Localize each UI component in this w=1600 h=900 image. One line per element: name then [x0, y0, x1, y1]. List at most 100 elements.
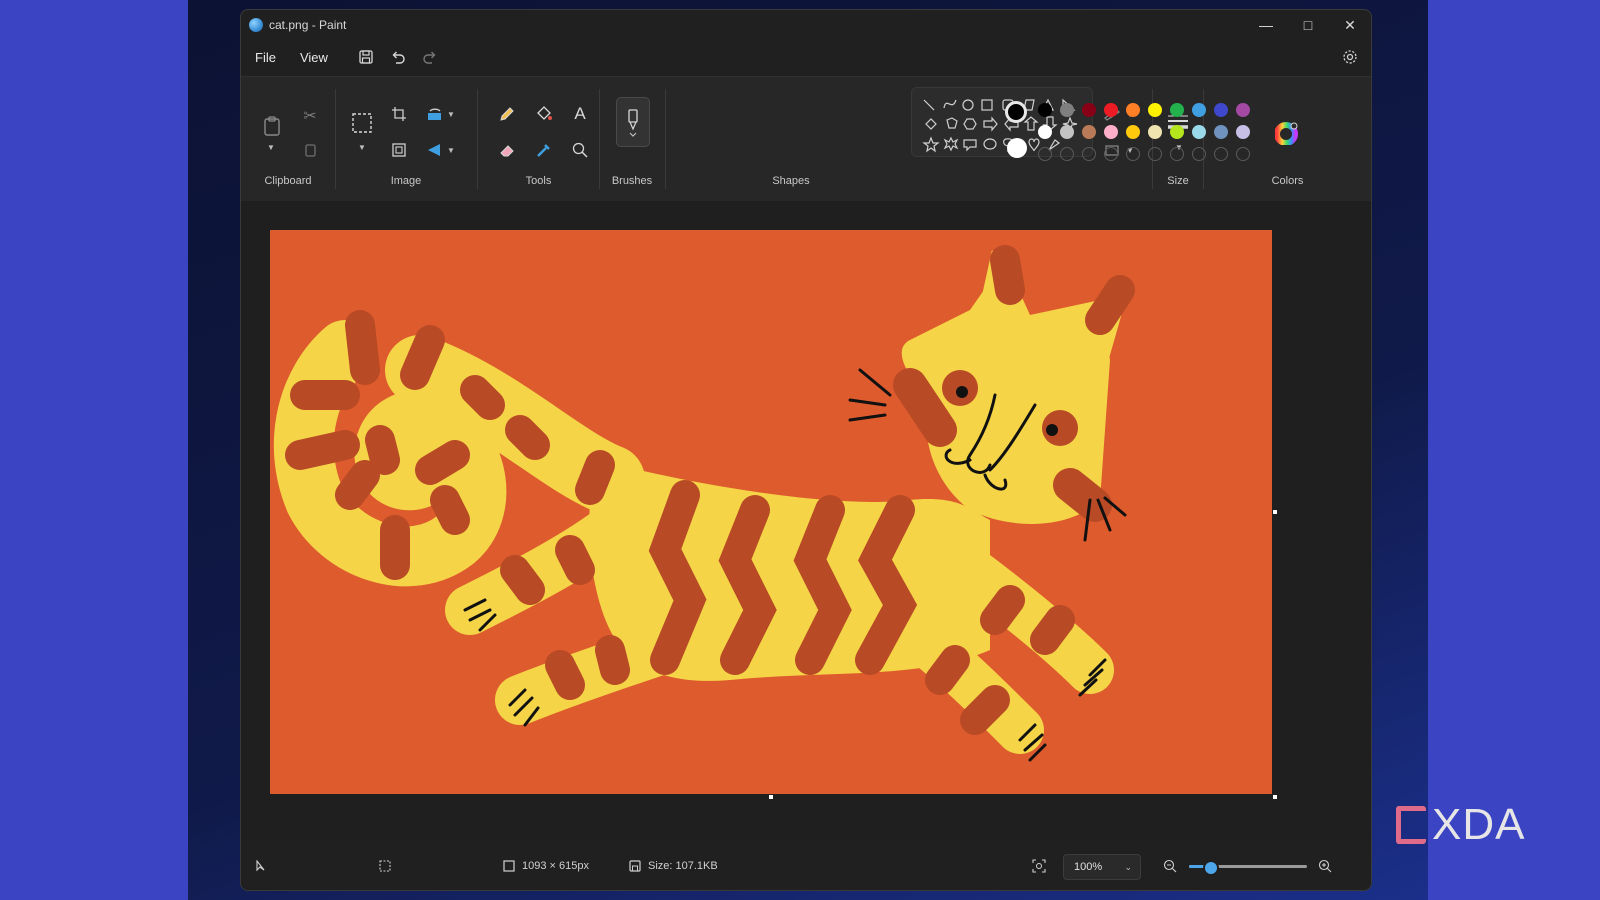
zoom-out-icon[interactable]	[1163, 842, 1177, 890]
palette-swatch[interactable]	[1214, 125, 1228, 139]
six-point-star-shape-icon	[943, 136, 959, 152]
eraser-icon[interactable]	[496, 139, 518, 161]
palette-swatch[interactable]	[1126, 103, 1140, 117]
flip-dropdown-icon[interactable]: ▼	[447, 146, 455, 155]
cat-drawing	[273, 245, 1135, 762]
paint-app-icon	[249, 18, 263, 32]
chevron-down-icon: ⌄	[1124, 861, 1132, 872]
paste-dropdown-icon[interactable]: ▼	[267, 143, 275, 152]
five-point-star-shape-icon	[922, 136, 940, 153]
oval-shape-icon	[962, 99, 974, 111]
window-controls: — □ ✕	[1245, 10, 1371, 40]
resize-handle-bottom[interactable]	[769, 795, 773, 799]
palette-swatch[interactable]	[1214, 103, 1228, 117]
up-arrow-shape-icon	[1023, 116, 1039, 131]
palette-swatch[interactable]	[1170, 125, 1184, 139]
palette-swatch[interactable]	[1038, 103, 1052, 117]
watermark-text: XDA	[1432, 800, 1526, 849]
undo-icon[interactable]	[382, 43, 414, 71]
palette-swatch[interactable]	[1148, 125, 1162, 139]
palette-swatch[interactable]	[1236, 103, 1250, 117]
paint-window: cat.png - Paint — □ ✕ File View ▼ ✂ Clip…	[240, 9, 1372, 891]
flip-icon[interactable]	[424, 139, 446, 161]
redo-icon[interactable]	[414, 43, 446, 71]
shapes-group: Shapes	[666, 77, 916, 201]
zoom-slider[interactable]	[1189, 860, 1307, 876]
edit-colors-icon[interactable]	[1275, 121, 1299, 145]
resize-icon[interactable]	[388, 139, 410, 161]
palette-swatch[interactable]	[1192, 103, 1206, 117]
window-title: cat.png - Paint	[269, 18, 347, 32]
palette-swatch[interactable]	[1104, 103, 1118, 117]
selection-size-icon	[379, 842, 391, 890]
drawing-canvas[interactable]	[270, 230, 1272, 794]
custom-color-slot[interactable]	[1148, 147, 1162, 161]
canvas-dimensions: 1093 × 615px	[503, 842, 589, 890]
rectangular-callout-shape-icon	[963, 139, 977, 152]
rectangle-shape-icon	[981, 99, 993, 111]
custom-color-slot[interactable]	[1192, 147, 1206, 161]
color-picker-icon[interactable]	[533, 139, 555, 161]
magnifier-icon[interactable]	[569, 139, 591, 161]
colors-label: Colors	[1271, 175, 1304, 187]
save-icon[interactable]	[350, 43, 382, 71]
clipboard-label: Clipboard	[264, 175, 312, 187]
image-label: Image	[390, 175, 422, 187]
xda-watermark: XDA	[1396, 800, 1525, 850]
pencil-icon[interactable]	[496, 103, 518, 125]
pentagon-shape-icon	[946, 117, 958, 129]
fill-bucket-icon[interactable]	[533, 103, 555, 125]
custom-color-slot[interactable]	[1236, 147, 1250, 161]
palette-swatch[interactable]	[1148, 103, 1162, 117]
menu-file[interactable]: File	[243, 50, 288, 65]
size-group: ▼ Size	[1153, 77, 1203, 201]
zoom-slider-thumb[interactable]	[1203, 860, 1220, 876]
curve-shape-icon	[943, 99, 957, 109]
text-tool-icon[interactable]: A	[569, 103, 591, 125]
zoom-in-icon[interactable]	[1318, 842, 1332, 890]
crop-icon[interactable]	[388, 103, 410, 125]
rotate-dropdown-icon[interactable]: ▼	[447, 110, 455, 119]
brushes-group: Brushes	[600, 77, 664, 201]
palette-swatch[interactable]	[1170, 103, 1184, 117]
palette-swatch[interactable]	[1060, 103, 1074, 117]
palette-swatch[interactable]	[1060, 125, 1074, 139]
custom-color-slot[interactable]	[1038, 147, 1052, 161]
cut-icon[interactable]: ✂	[299, 105, 321, 127]
close-button[interactable]: ✕	[1329, 10, 1371, 40]
custom-color-slot[interactable]	[1214, 147, 1228, 161]
select-dropdown-icon[interactable]: ▼	[358, 143, 366, 152]
paste-icon[interactable]	[260, 113, 284, 139]
title-bar: cat.png - Paint — □ ✕	[241, 10, 1371, 40]
resize-handle-corner[interactable]	[1273, 795, 1277, 799]
minimize-button[interactable]: —	[1245, 10, 1287, 40]
custom-color-slot[interactable]	[1060, 147, 1074, 161]
palette-swatch[interactable]	[1082, 125, 1096, 139]
fit-to-window-icon[interactable]	[1032, 842, 1046, 890]
brush-icon[interactable]	[616, 97, 650, 147]
palette-swatch[interactable]	[1104, 125, 1118, 139]
canvas-size-icon	[503, 860, 515, 872]
primary-color[interactable]	[1005, 101, 1027, 123]
palette-swatch[interactable]	[1236, 125, 1250, 139]
custom-color-slot[interactable]	[1170, 147, 1184, 161]
copy-icon[interactable]	[299, 139, 321, 161]
resize-handle-right[interactable]	[1273, 510, 1277, 514]
palette-swatch[interactable]	[1038, 125, 1052, 139]
custom-color-slot[interactable]	[1126, 147, 1140, 161]
palette-swatch[interactable]	[1192, 125, 1206, 139]
secondary-color[interactable]	[1007, 138, 1027, 158]
rotate-icon[interactable]	[424, 103, 446, 125]
select-icon[interactable]	[350, 111, 374, 135]
palette-swatch[interactable]	[1082, 103, 1096, 117]
disk-icon	[629, 860, 641, 872]
custom-color-slot[interactable]	[1104, 147, 1118, 161]
settings-gear-icon[interactable]	[1339, 46, 1361, 68]
palette-swatch[interactable]	[1126, 125, 1140, 139]
clipboard-group: ▼ ✂ Clipboard	[241, 77, 335, 201]
zoom-level-select[interactable]: 100% ⌄	[1063, 854, 1141, 880]
maximize-button[interactable]: □	[1287, 10, 1329, 40]
menu-bar: File View	[241, 40, 1371, 74]
custom-color-slot[interactable]	[1082, 147, 1096, 161]
menu-view[interactable]: View	[288, 50, 340, 65]
